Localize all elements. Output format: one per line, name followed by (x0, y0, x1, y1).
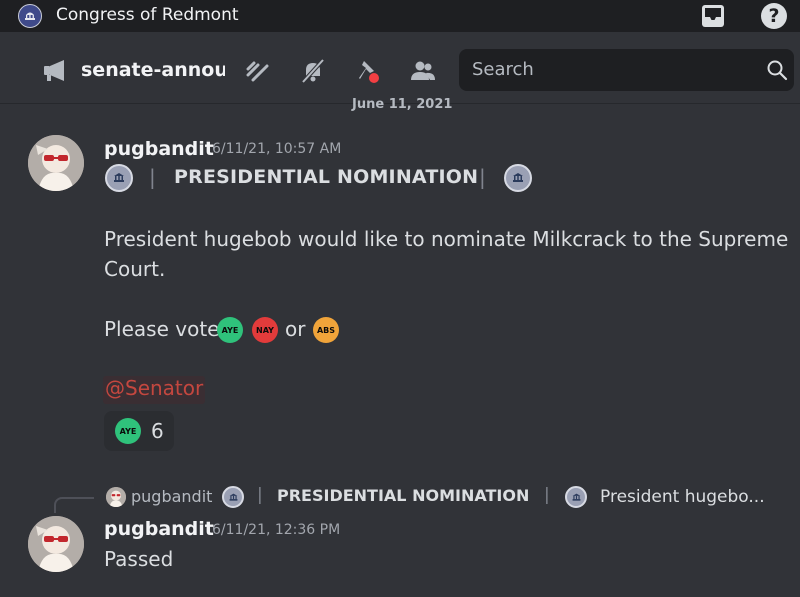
reply-title[interactable]: PRESIDENTIAL NOMINATION (277, 486, 529, 505)
inbox-icon[interactable] (701, 4, 725, 28)
message-text: Passed (104, 547, 174, 571)
vote-or-text: or (285, 317, 306, 341)
avatar[interactable] (28, 135, 84, 191)
search-placeholder: Search (472, 59, 534, 80)
title-bar: Congress of Redmont ? (0, 0, 800, 32)
government-emblem-icon (105, 164, 133, 192)
message-timestamp: 6/11/21, 10:57 AM (212, 141, 342, 157)
reply-preview[interactable]: President hugebo... (600, 487, 765, 507)
members-icon[interactable] (409, 57, 437, 85)
channel-name[interactable]: senate-announ (81, 59, 225, 85)
government-emblem-icon (504, 164, 532, 192)
abs-emoji: ABS (313, 317, 339, 343)
threads-icon[interactable] (244, 57, 272, 85)
vote-prompt: Please vote (104, 317, 220, 341)
government-emblem-icon (222, 486, 244, 508)
government-emblem-icon (565, 486, 587, 508)
help-icon[interactable]: ? (761, 3, 787, 29)
avatar[interactable] (28, 516, 84, 572)
search-icon[interactable] (765, 58, 789, 82)
aye-emoji: AYE (217, 317, 243, 343)
role-mention[interactable]: @Senator (103, 376, 206, 404)
server-name[interactable]: Congress of Redmont (56, 5, 239, 25)
message-text-line: Court. (104, 257, 166, 281)
title-separator: | (479, 165, 486, 189)
date-divider: June 11, 2021 (352, 97, 453, 112)
reaction-count: 6 (151, 419, 164, 443)
aye-reaction-emoji: AYE (115, 418, 141, 444)
pin-icon[interactable] (354, 57, 382, 85)
reply-connector (54, 497, 94, 513)
title-separator: | (149, 165, 156, 189)
mute-icon[interactable] (299, 57, 327, 85)
reply-username[interactable]: pugbandit (131, 487, 212, 506)
capitol-icon[interactable] (18, 4, 42, 28)
megaphone-icon (44, 60, 64, 81)
message-timestamp: 6/11/21, 12:36 PM (212, 522, 341, 538)
announcement-title: PRESIDENTIAL NOMINATION (174, 166, 479, 188)
nay-emoji: NAY (252, 317, 278, 343)
message-username[interactable]: pugbandit (104, 518, 214, 540)
reply-separator: | (544, 485, 550, 505)
message-username[interactable]: pugbandit (104, 138, 214, 160)
message-text-line: President hugebob would like to nominate… (104, 227, 789, 251)
reply-separator: | (257, 485, 263, 505)
reply-avatar[interactable] (106, 487, 126, 507)
